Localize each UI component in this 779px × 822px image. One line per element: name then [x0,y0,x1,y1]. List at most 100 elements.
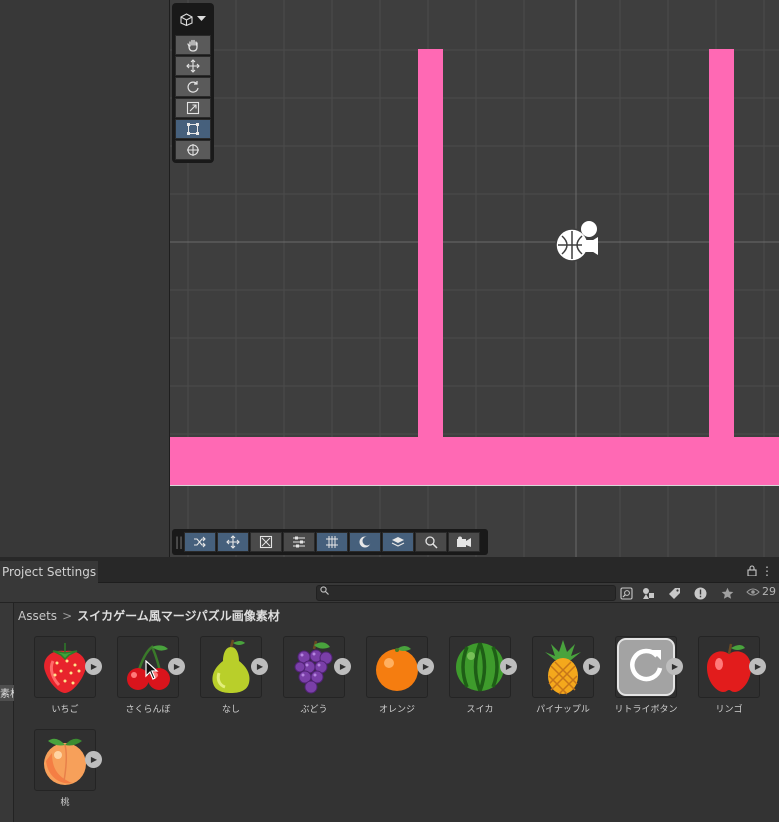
scene-canvas[interactable] [170,0,779,557]
asset-label: さくらんぼ [125,705,171,715]
expand-arrow-icon[interactable]: ▶ [168,658,185,675]
asset-item[interactable]: ▶ ぶどう [277,636,353,726]
expand-arrow-icon[interactable]: ▶ [85,658,102,675]
filter-by-label-icon[interactable] [665,585,683,601]
expand-arrow-icon[interactable]: ▶ [583,658,600,675]
scene-view[interactable] [170,0,779,557]
move-snap-button[interactable] [217,532,249,552]
hierarchy-panel[interactable] [0,0,170,557]
shuffle-toggle-button[interactable] [184,532,216,552]
asset-item[interactable]: ▶ オレンジ [360,636,436,726]
sliders-icon [293,536,305,548]
magnifier-icon [425,536,438,549]
apple-icon [707,643,751,692]
expand-arrow-icon[interactable]: ▶ [251,658,268,675]
view-options-button[interactable] [176,7,210,31]
search-by-type-icon[interactable] [617,585,635,601]
pear-icon [212,639,250,693]
drag-grip-icon[interactable]: || [174,532,184,552]
filter-by-type-icon[interactable] [639,585,657,601]
asset-label: パイナップル [536,705,590,715]
search-field[interactable] [316,585,616,601]
more-options-icon[interactable]: ⋮ [761,564,773,578]
asset-item[interactable]: ▶ いちご [28,636,104,726]
warning-icon[interactable] [691,585,709,601]
project-tab-bar: Project Settings ⋮ [0,561,779,583]
asset-label: リトライボタン [614,705,678,715]
asset-item[interactable]: ▶ リンゴ [692,636,768,726]
grid-snap-button[interactable] [250,532,282,552]
right-wall[interactable] [709,49,734,439]
move-tool-button[interactable] [175,56,211,76]
project-asset-area[interactable]: Assets > スイカゲーム風マージパズル画像素材 ▶ いちご ▶ さくらんぼ… [14,603,779,822]
hidden-count-value: 29 [762,585,776,598]
chevron-down-icon [197,16,206,21]
orange-icon [376,646,418,691]
camera-icon [457,536,471,547]
grid-toggle-button[interactable] [316,532,348,552]
shuffle-icon [194,536,206,548]
expand-arrow-icon[interactable]: ▶ [500,658,517,675]
watermelon-icon [456,642,504,692]
asset-label: なし [221,705,240,715]
asset-item[interactable]: ▶ スイカ [443,636,519,726]
search-input[interactable] [331,586,613,600]
rotate-tool-button[interactable] [175,77,211,97]
lighting-toggle-button[interactable] [349,532,381,552]
asset-item[interactable]: ▶ リトライボタン [609,636,685,726]
peach-icon [44,738,86,785]
zoom-button[interactable] [415,532,447,552]
rect-tool-button[interactable] [175,119,211,139]
camera-button[interactable] [448,532,480,552]
rect-transform-icon [187,123,199,135]
scene-overlay-toolbar: || [172,529,488,555]
asset-item[interactable]: ▶ なし [194,636,270,726]
breadcrumb: Assets > スイカゲーム風マージパズル画像素材 [18,607,280,624]
camera-gizmo-icon[interactable] [555,221,598,262]
scale-tool-button[interactable] [175,98,211,118]
mouse-cursor-icon [145,660,159,680]
breadcrumb-root[interactable]: Assets [18,609,57,623]
moon-icon [359,536,372,548]
rotate-icon [187,81,199,93]
favorite-star-icon[interactable] [718,585,736,601]
transform-tool-button[interactable] [175,140,211,160]
asset-item[interactable]: ▶ パイナップル [526,636,602,726]
hidden-count[interactable]: 29 [746,585,776,598]
asset-label: スイカ [466,705,494,715]
expand-arrow-icon[interactable]: ▶ [85,751,102,768]
asset-label: いちご [51,705,79,715]
asset-item[interactable]: ▶ 桃 [28,729,104,819]
folder-tree-item[interactable]: 素材 [0,685,14,701]
settings-sliders-button[interactable] [283,532,315,552]
expand-arrow-icon[interactable]: ▶ [666,658,683,675]
move-icon [186,59,200,73]
floor[interactable] [170,437,779,485]
grid-icon [326,536,338,548]
strawberry-icon [44,643,86,693]
layers-icon [391,537,405,547]
asset-label: リンゴ [715,705,743,715]
expand-arrow-icon[interactable]: ▶ [417,658,434,675]
cube-icon [180,12,193,26]
expand-arrow-icon[interactable]: ▶ [334,658,351,675]
eye-icon [746,588,760,595]
lock-icon[interactable] [747,565,757,579]
asset-label: 桃 [60,798,70,808]
transform-icon [187,144,199,156]
layers-toggle-button[interactable] [382,532,414,552]
tools-overlay [172,3,214,163]
breadcrumb-current[interactable]: スイカゲーム風マージパズル画像素材 [77,607,280,624]
asset-item[interactable]: ▶ さくらんぼ [111,636,187,726]
tab-project-settings[interactable]: Project Settings [0,561,99,583]
project-folder-tree[interactable]: 素材 [0,603,14,822]
expand-arrow-icon[interactable]: ▶ [749,658,766,675]
breadcrumb-separator: > [62,608,73,623]
grape-icon [294,640,333,694]
project-toolbar: 29 [0,583,779,603]
asset-label: ぶどう [300,705,328,715]
snap-icon [259,535,273,549]
hand-tool-button[interactable] [175,35,211,55]
left-wall[interactable] [418,49,443,439]
editor-window: || Project Settings ⋮ 29 素 Assets > スイカゲ… [0,0,779,822]
